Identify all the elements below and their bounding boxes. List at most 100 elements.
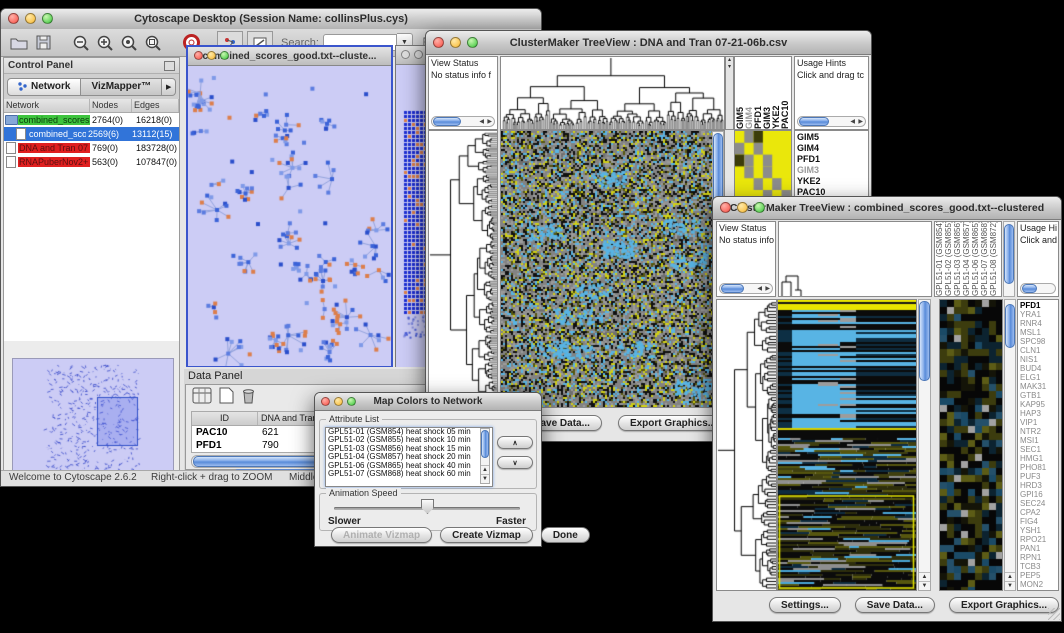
- gene-label[interactable]: VIP1: [1020, 418, 1056, 427]
- column-dendrogram-panel[interactable]: [778, 221, 932, 297]
- gene-label[interactable]: FIG4: [1020, 517, 1056, 526]
- zoom-out-icon[interactable]: [69, 32, 93, 54]
- speed-slider-thumb[interactable]: [421, 499, 434, 514]
- view-status-hscrollbar[interactable]: [719, 283, 773, 294]
- gene-label[interactable]: TCB3: [1020, 562, 1056, 571]
- network-list-row[interactable]: combined_sco2569(6)13112(15): [4, 127, 179, 141]
- gene-label[interactable]: PAN1: [1020, 544, 1056, 553]
- close-icon[interactable]: [321, 397, 330, 406]
- zoom-window-icon[interactable]: [347, 397, 356, 406]
- resize-grip[interactable]: [1048, 608, 1060, 620]
- gene-label[interactable]: GPI16: [1020, 490, 1056, 499]
- heatmap-vscrollbar[interactable]: ▲▼: [918, 299, 931, 591]
- gene-label[interactable]: NTR2: [1020, 427, 1056, 436]
- gene-label[interactable]: RNR4: [1020, 319, 1056, 328]
- zoom-heatmap-vscrollbar[interactable]: ▲▼: [1004, 299, 1016, 591]
- usage-hints-hscrollbar[interactable]: [1020, 283, 1056, 294]
- close-icon[interactable]: [194, 51, 203, 60]
- move-up-button[interactable]: ∧: [497, 436, 533, 449]
- zoom-in-icon[interactable]: [93, 32, 117, 54]
- zoom-window-icon[interactable]: [42, 13, 53, 24]
- gene-label[interactable]: MAK31: [1020, 382, 1056, 391]
- gene-label[interactable]: PFD1: [1020, 301, 1056, 310]
- open-file-button[interactable]: [7, 32, 31, 54]
- gene-label[interactable]: PUF3: [1020, 472, 1056, 481]
- treeview2-titlebar[interactable]: ClusterMaker TreeView : combined_scores_…: [713, 197, 1061, 220]
- minimize-icon[interactable]: [737, 202, 748, 213]
- treeview-button[interactable]: Settings...: [769, 597, 841, 613]
- attribute-list[interactable]: GPL51-01 (GSM854) heat shock 05 minGPL51…: [325, 427, 493, 487]
- zoom-selected-icon[interactable]: [117, 32, 141, 54]
- gene-label[interactable]: CPA2: [1020, 508, 1056, 517]
- heatmap-panel[interactable]: ▲▼: [500, 130, 725, 408]
- treeview-button[interactable]: Export Graphics...: [949, 597, 1059, 613]
- row-dendrogram-panel[interactable]: [428, 130, 498, 408]
- select-attributes-icon[interactable]: [192, 387, 212, 409]
- close-icon[interactable]: [8, 13, 19, 24]
- close-icon[interactable]: [433, 37, 444, 48]
- network-list-row[interactable]: RNAPuberNov2+563(0)107847(0): [4, 155, 179, 169]
- gene-label[interactable]: KAP95: [1020, 400, 1056, 409]
- gene-label[interactable]: SEC24: [1020, 499, 1056, 508]
- zoom-window-icon[interactable]: [467, 37, 478, 48]
- dialog-button[interactable]: Create Vizmap: [440, 527, 533, 543]
- gene-label[interactable]: HAP3: [1020, 409, 1056, 418]
- gene-label[interactable]: MSL1: [1020, 328, 1056, 337]
- minimize-icon[interactable]: [25, 13, 36, 24]
- minimize-icon[interactable]: [207, 51, 216, 60]
- gene-label[interactable]: HRD3: [1020, 481, 1056, 490]
- gene-label[interactable]: RPN1: [1020, 553, 1056, 562]
- gene-label[interactable]: YRA1: [1020, 310, 1056, 319]
- close-icon[interactable]: [401, 50, 410, 59]
- network-canvas[interactable]: [188, 66, 391, 366]
- gene-label[interactable]: SPC98: [1020, 337, 1056, 346]
- heatmap-panel[interactable]: [777, 299, 917, 591]
- gene-label[interactable]: YSH1: [1020, 526, 1056, 535]
- gene-label[interactable]: GIM3: [797, 165, 866, 176]
- dialog-button[interactable]: Animate Vizmap: [331, 527, 432, 543]
- gene-label[interactable]: YKE2: [797, 176, 866, 187]
- network-list-row[interactable]: DNA and Tran 07769(0)183728(0): [4, 141, 179, 155]
- zoom-window-icon[interactable]: [220, 51, 229, 60]
- birds-eye-view[interactable]: [12, 358, 174, 480]
- minimize-icon[interactable]: [334, 397, 343, 406]
- float-panel-icon[interactable]: [164, 61, 175, 71]
- more-tabs-icon[interactable]: ▶: [162, 78, 176, 96]
- attribute-list-vscrollbar[interactable]: ▲▼: [480, 428, 490, 484]
- gene-label[interactable]: MSI1: [1020, 436, 1056, 445]
- gene-label[interactable]: SEC1: [1020, 445, 1056, 454]
- gene-label[interactable]: NIS1: [1020, 355, 1056, 364]
- minimize-icon[interactable]: [414, 50, 423, 59]
- zoom-heatmap-panel[interactable]: [939, 299, 1003, 591]
- gene-label[interactable]: ELG1: [1020, 373, 1056, 382]
- zoom-window-icon[interactable]: [754, 202, 765, 213]
- treeview1-titlebar[interactable]: ClusterMaker TreeView : DNA and Tran 07-…: [426, 31, 871, 55]
- network-list-row[interactable]: combined_scores2764(0)16218(0): [4, 113, 179, 127]
- new-attribute-icon[interactable]: [219, 387, 234, 409]
- treeview-button[interactable]: Save Data...: [855, 597, 935, 613]
- tab-vizmapper[interactable]: VizMapper™: [81, 78, 162, 96]
- attribute-item[interactable]: GPL51-07 (GSM868) heat shock 60 min: [326, 470, 492, 478]
- main-titlebar[interactable]: Cytoscape Desktop (Session Name: collins…: [1, 9, 541, 30]
- view-status-hscrollbar[interactable]: [431, 116, 495, 127]
- dialog-titlebar[interactable]: Map Colors to Network: [315, 393, 541, 411]
- gene-label[interactable]: GIM5: [797, 132, 866, 143]
- network-window-titlebar[interactable]: combined_scores_good.txt--cluste...: [188, 47, 391, 66]
- column-labels-vscrollbar[interactable]: [1003, 221, 1015, 297]
- move-down-button[interactable]: ∨: [497, 456, 533, 469]
- gene-list[interactable]: PFD1YRA1RNR4MSL1SPC98CLN1NIS1BUD4ELG1MAK…: [1017, 299, 1059, 591]
- row-dendrogram-panel[interactable]: [716, 299, 777, 591]
- gene-label[interactable]: BUD4: [1020, 364, 1056, 373]
- dialog-button[interactable]: Done: [541, 527, 590, 543]
- save-button[interactable]: [31, 32, 55, 54]
- delete-attribute-icon[interactable]: [241, 387, 256, 409]
- gene-label[interactable]: GTB1: [1020, 391, 1056, 400]
- gene-label[interactable]: PEP5: [1020, 571, 1056, 580]
- gene-label[interactable]: HMG1: [1020, 454, 1056, 463]
- gene-label[interactable]: RPO21: [1020, 535, 1056, 544]
- close-icon[interactable]: [720, 202, 731, 213]
- gene-label[interactable]: GIM4: [797, 143, 866, 154]
- column-dendrogram-panel[interactable]: [500, 56, 725, 130]
- gene-label[interactable]: PHO81: [1020, 463, 1056, 472]
- gene-label[interactable]: PFD1: [797, 154, 866, 165]
